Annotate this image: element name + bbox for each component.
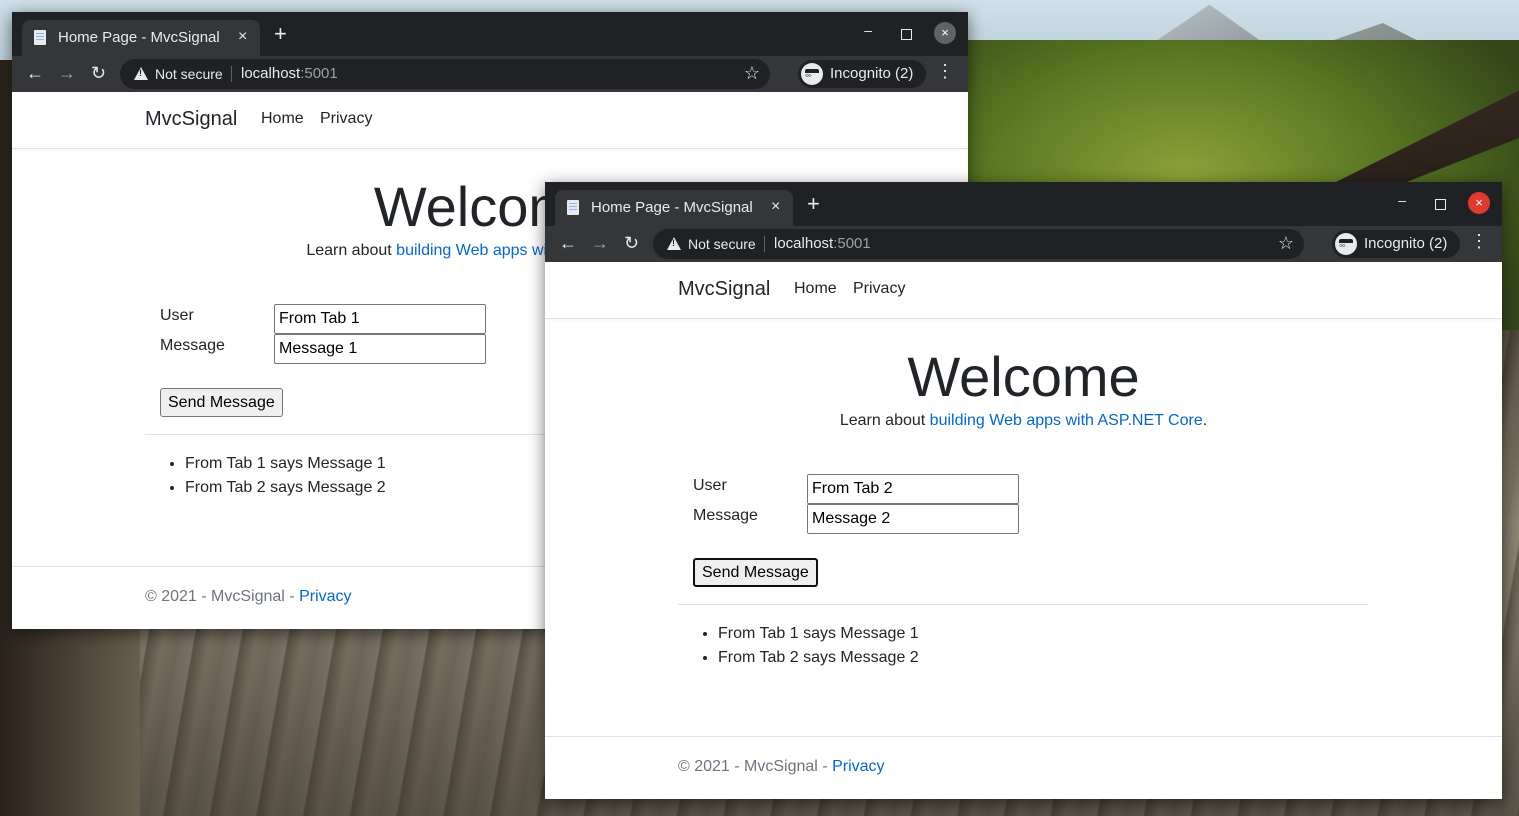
close-window-button[interactable]: × — [1468, 192, 1490, 214]
new-tab-button[interactable]: + — [807, 193, 820, 215]
address-separator — [764, 236, 765, 252]
nav-link-privacy[interactable]: Privacy — [320, 110, 372, 128]
site-brand[interactable]: MvcSignal — [145, 108, 237, 131]
browser-toolbar: ← → ↻ Not secure localhost:5001 ☆ Incogn… — [12, 56, 968, 92]
page-favicon-icon — [34, 30, 46, 45]
reload-icon[interactable]: ↻ — [91, 63, 106, 83]
maximize-button[interactable] — [1435, 199, 1446, 210]
new-tab-button[interactable]: + — [274, 23, 287, 45]
list-item: From Tab 1 says Message 1 — [185, 452, 386, 476]
address-bar[interactable]: Not secure localhost:5001 ☆ — [120, 59, 770, 89]
browser-menu-icon[interactable]: ⋮ — [1470, 232, 1488, 250]
browser-toolbar: ← → ↻ Not secure localhost:5001 ☆ Incogn… — [545, 226, 1502, 262]
user-input[interactable] — [807, 474, 1019, 504]
nav-link-home[interactable]: Home — [794, 280, 837, 298]
send-message-button[interactable]: Send Message — [160, 388, 283, 417]
divider — [678, 604, 1368, 605]
footer-text: © 2021 - MvcSignal - Privacy — [678, 758, 885, 775]
incognito-label: Incognito (2) — [830, 65, 914, 82]
page-favicon-icon — [567, 200, 579, 215]
user-label: User — [160, 307, 194, 324]
user-input[interactable] — [274, 304, 486, 334]
learn-text: Learn about building Web apps with ASP.N… — [839, 412, 1208, 429]
site-navbar: MvcSignal Home Privacy — [545, 262, 1502, 319]
tab-strip: Home Page - MvcSignal × + – × — [12, 12, 968, 56]
browser-window-2: Home Page - MvcSignal × + – × ← → ↻ Not … — [545, 182, 1502, 799]
browser-tab[interactable]: Home Page - MvcSignal × — [22, 20, 260, 56]
warning-icon[interactable] — [134, 67, 148, 80]
maximize-button[interactable] — [901, 29, 912, 40]
incognito-indicator[interactable]: Incognito (2) — [1332, 230, 1460, 258]
footer-text: © 2021 - MvcSignal - Privacy — [145, 588, 352, 605]
footer-privacy-link[interactable]: Privacy — [832, 758, 884, 775]
list-item: From Tab 2 says Message 2 — [718, 646, 919, 670]
back-arrow-icon[interactable]: ← — [26, 63, 44, 83]
security-label[interactable]: Not secure — [155, 66, 223, 82]
user-label: User — [693, 477, 727, 494]
list-item: From Tab 1 says Message 1 — [718, 622, 919, 646]
list-item: From Tab 2 says Message 2 — [185, 476, 386, 500]
nav-link-privacy[interactable]: Privacy — [853, 280, 905, 298]
tab-title: Home Page - MvcSignal — [591, 199, 753, 216]
address-separator — [231, 66, 232, 82]
bookmark-star-icon[interactable]: ☆ — [744, 63, 760, 84]
site-navbar: MvcSignal Home Privacy — [12, 92, 968, 149]
warning-icon[interactable] — [667, 237, 681, 250]
reload-icon[interactable]: ↻ — [624, 233, 639, 253]
messages-list: From Tab 1 says Message 1 From Tab 2 say… — [145, 452, 386, 500]
tab-close-icon[interactable]: × — [771, 198, 780, 216]
learn-link[interactable]: building Web apps with ASP.NET Core — [930, 412, 1203, 429]
url-text[interactable]: localhost:5001 — [774, 235, 871, 252]
tab-title: Home Page - MvcSignal — [58, 29, 220, 46]
incognito-label: Incognito (2) — [1364, 235, 1448, 252]
incognito-icon — [801, 63, 823, 85]
incognito-indicator[interactable]: Incognito (2) — [798, 60, 926, 88]
security-label[interactable]: Not secure — [688, 236, 756, 252]
tab-strip: Home Page - MvcSignal × + – × — [545, 182, 1502, 226]
site-footer: © 2021 - MvcSignal - Privacy — [545, 736, 1502, 799]
close-window-button[interactable]: × — [934, 22, 956, 44]
message-input[interactable] — [807, 504, 1019, 534]
tab-close-icon[interactable]: × — [238, 28, 247, 46]
minimize-button[interactable]: – — [864, 22, 872, 38]
page-title: Welcome — [907, 345, 1140, 408]
browser-menu-icon[interactable]: ⋮ — [936, 62, 954, 80]
message-label: Message — [693, 507, 758, 524]
message-input[interactable] — [274, 334, 486, 364]
bookmark-star-icon[interactable]: ☆ — [1278, 233, 1294, 254]
back-arrow-icon[interactable]: ← — [559, 233, 577, 253]
messages-list: From Tab 1 says Message 1 From Tab 2 say… — [678, 622, 919, 670]
footer-privacy-link[interactable]: Privacy — [299, 588, 351, 605]
browser-tab[interactable]: Home Page - MvcSignal × — [555, 190, 793, 226]
page-content: MvcSignal Home Privacy Welcome Learn abo… — [545, 262, 1502, 799]
send-message-button[interactable]: Send Message — [693, 558, 818, 587]
site-brand[interactable]: MvcSignal — [678, 278, 770, 301]
url-text[interactable]: localhost:5001 — [241, 65, 338, 82]
forward-arrow-icon[interactable]: → — [591, 233, 609, 253]
nav-link-home[interactable]: Home — [261, 110, 304, 128]
incognito-icon — [1335, 233, 1357, 255]
forward-arrow-icon[interactable]: → — [58, 63, 76, 83]
minimize-button[interactable]: – — [1398, 192, 1406, 208]
address-bar[interactable]: Not secure localhost:5001 ☆ — [653, 229, 1304, 259]
message-label: Message — [160, 337, 225, 354]
